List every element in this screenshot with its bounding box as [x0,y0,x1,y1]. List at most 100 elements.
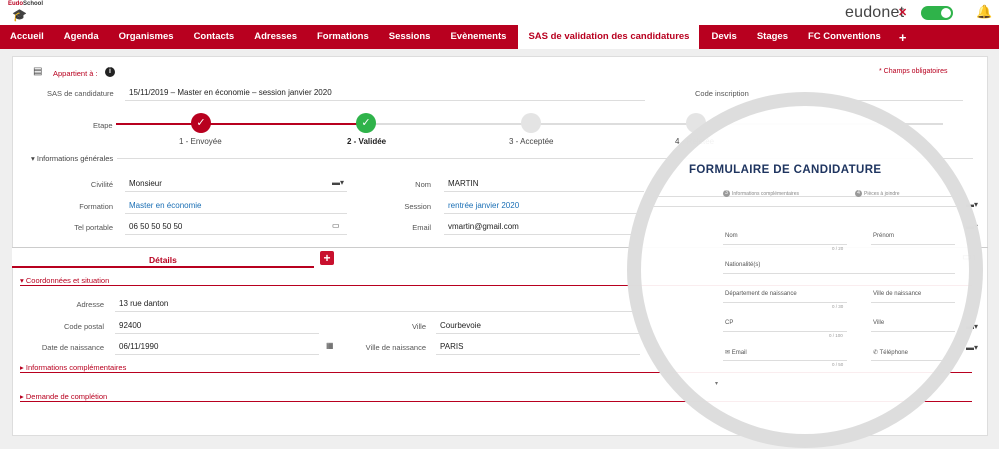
form-prenom-label: Prénom [873,233,895,239]
form-email-counter: 0 / 50 [832,362,844,367]
stepper-progress [116,123,367,125]
step-acceptee-label: 3 - Acceptée [509,137,554,146]
general-section-toggle[interactable]: ▾ Informations générales [31,154,113,163]
form-title: FORMULAIRE DE CANDIDATURE [689,164,882,176]
formation-field[interactable]: Master en économie [129,201,201,210]
adresse-field[interactable]: 13 rue danton [119,299,168,308]
phone-icon: ✆ [873,350,879,356]
add-tab-button[interactable]: + [891,30,915,45]
logo-text-school: School [23,1,44,7]
sms-icon[interactable]: ▭ [332,221,340,230]
code-inscription-label: Code inscription [695,89,749,98]
formation-label: Formation [79,202,113,211]
form-step-number: 4 [855,190,862,197]
form-nationalite-field[interactable] [723,273,955,274]
form-ville-naissance-label: Ville de naissance [873,291,922,297]
nav-item-accueil[interactable]: Accueil [0,25,54,49]
coord-section-title: Coordonnées et situation [25,276,110,285]
info-comp-section-title: Informations complémentaires [25,363,127,372]
form-nom-field[interactable] [723,244,847,245]
nav-item-organismes[interactable]: Organismes [109,25,184,49]
date-naissance-label: Date de naissance [41,343,104,352]
main-nav: Accueil Agenda Organismes Contacts Adres… [0,25,999,49]
nav-item-stages[interactable]: Stages [747,25,798,49]
session-label: Session [404,202,431,211]
graduation-cap-icon: 🎓 [12,8,27,22]
nav-item-devis[interactable]: Devis [701,25,746,49]
form-dep-naissance-field[interactable] [723,302,847,303]
form-dep-naissance-label: Département de naissance [725,291,797,297]
nav-item-fc-conventions[interactable]: FC Conventions [798,25,891,49]
nom-field[interactable]: MARTIN [448,179,479,188]
chevron-down-icon[interactable]: ▾ [715,380,718,387]
step-validee-label: 2 - Validée [347,137,387,146]
demande-section-toggle[interactable]: ▸ Demande de complétion [20,392,107,401]
form-email-label: ✉ Email [725,350,747,356]
step-envoyee-label: 1 - Envoyée [179,137,222,146]
session-field[interactable]: rentrée janvier 2020 [448,201,519,210]
code-postal-label: Code postal [63,322,104,331]
form-telephone-field[interactable] [871,360,955,361]
email-field[interactable]: vmartin@gmail.com [448,222,519,231]
step-envoyee-marker[interactable]: ✓ [191,113,211,133]
envelope-icon: ✉ [725,350,731,356]
nom-label: Nom [415,180,431,189]
email-label: Email [412,223,431,232]
form-nom-counter: 0 / 20 [832,246,844,251]
folder-icon[interactable]: ▬▾ [332,178,344,187]
form-ville-label: Ville [873,320,885,326]
demande-section-title: Demande de complétion [25,392,108,401]
form-zoom-magnifier: FORMULAIRE DE CANDIDATURE 3 Informations … [627,92,983,448]
document-icon: ▤ [33,66,43,77]
form-nom-label: Nom [725,233,738,239]
ville-naissance-field[interactable]: PARIS [440,342,463,351]
tel-label: Tel portable [74,223,113,232]
info-icon[interactable]: i [105,67,115,77]
form-nationalite-label: Nationalité(s) [725,262,761,268]
form-prenom-field[interactable] [871,244,955,245]
form-step-pieces-label: Pièces à joindre [864,190,900,197]
nav-item-contacts[interactable]: Contacts [184,25,245,49]
add-details-button[interactable]: + [320,251,334,265]
toggle-switch[interactable] [921,6,953,20]
sas-label: SAS de candidature [47,89,114,98]
nav-item-formations[interactable]: Formations [307,25,379,49]
app-logo[interactable]: EudoSchool 🎓 [8,1,48,23]
coord-section-toggle[interactable]: ▾ Coordonnées et situation [20,276,109,285]
etape-label: Etape [93,121,113,130]
form-step-info-comp-label: Informations complémentaires [732,190,799,197]
bell-icon[interactable]: 🔔 [976,4,992,20]
form-step-number: 3 [723,190,730,197]
brand-name: eudonet [845,4,905,21]
civilite-field[interactable]: Monsieur [129,179,162,188]
appartient-label: Appartient à : [53,69,98,78]
tel-field[interactable]: 06 50 50 50 50 [129,222,182,231]
adresse-label: Adresse [76,300,104,309]
form-ville-naissance-field[interactable] [871,302,955,303]
form-cp-counter: 0 / 100 [829,333,843,338]
step-acceptee-marker[interactable] [521,113,541,133]
nav-item-agenda[interactable]: Agenda [54,25,109,49]
general-section-title: Informations générales [36,154,114,163]
civilite-label: Civilité [90,180,113,189]
ville-field[interactable]: Courbevoie [440,321,481,330]
top-bar: EudoSchool 🎓 eudonet ✕ 🔔 [0,0,999,25]
date-naissance-field[interactable]: 06/11/1990 [119,342,158,351]
form-email-field[interactable] [723,360,847,361]
ville-naissance-label: Ville de naissance [365,343,426,352]
code-postal-field[interactable]: 92400 [119,321,141,330]
calendar-icon[interactable]: ▦ [326,341,334,350]
nav-item-adresses[interactable]: Adresses [244,25,307,49]
ville-label: Ville [411,322,426,331]
form-cp-field[interactable] [723,331,847,332]
required-note: * Champs obligatoires [879,68,948,75]
logo-text-eudo: Eudo [8,1,23,7]
nav-item-sas-validation[interactable]: SAS de validation des candidatures [518,25,700,49]
nav-item-evenements[interactable]: Evènements [440,25,516,49]
form-dep-counter: 0 / 30 [832,304,844,309]
form-ville-field[interactable] [871,331,955,332]
info-comp-section-toggle[interactable]: ▸ Informations complémentaires [20,363,126,372]
step-validee-marker[interactable]: ✓ [356,113,376,133]
nav-item-sessions[interactable]: Sessions [379,25,441,49]
sas-field[interactable]: 15/11/2019 – Master en économie – sessio… [129,88,332,97]
